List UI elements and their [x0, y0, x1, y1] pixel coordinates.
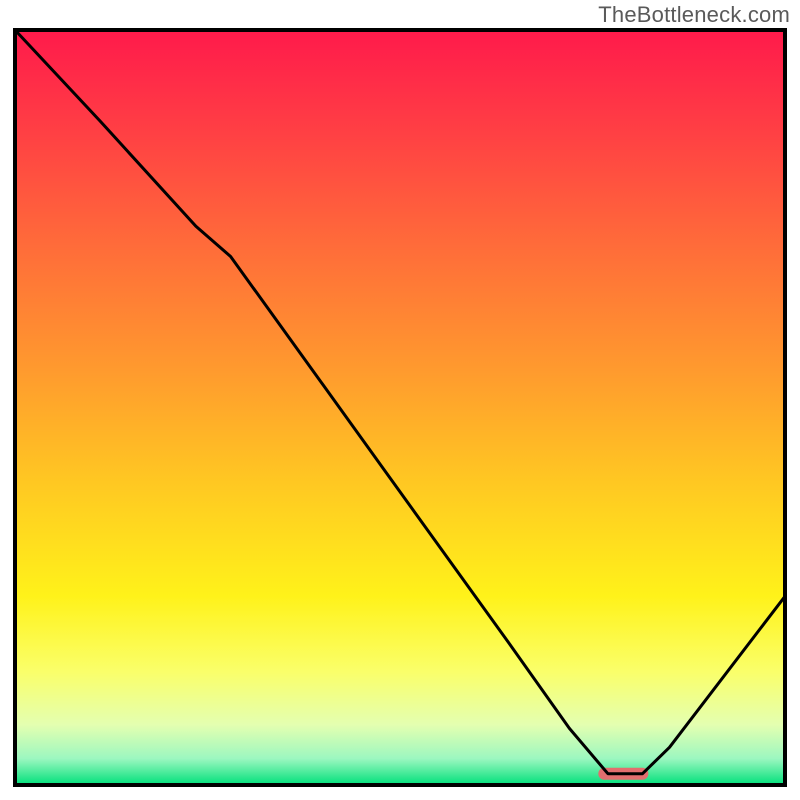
plot-background: [15, 30, 785, 785]
bottleneck-chart: [0, 0, 800, 800]
